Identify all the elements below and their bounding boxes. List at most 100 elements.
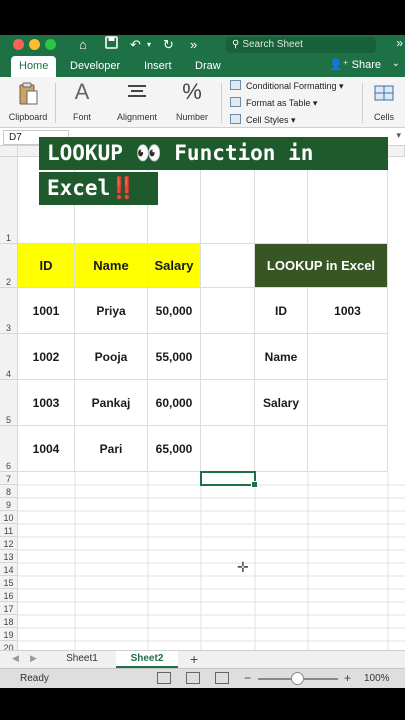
normal-view-icon[interactable] — [157, 672, 171, 684]
ribbon: Clipboard A Font Alignment % Number Cond… — [0, 77, 405, 128]
cell-e6[interactable] — [255, 426, 308, 472]
row-header[interactable]: 17 — [0, 602, 18, 615]
ribbon-divider — [362, 83, 363, 123]
cell-e1[interactable] — [255, 157, 308, 244]
cell-d1[interactable] — [201, 157, 255, 244]
lookup-name-value[interactable] — [308, 334, 388, 380]
table-cell-salary[interactable]: 60,000 — [148, 380, 201, 426]
tab-developer[interactable]: Developer — [70, 57, 120, 79]
lookup-label-name[interactable]: Name — [255, 334, 308, 380]
close-window-button[interactable] — [13, 39, 24, 50]
cell-d2[interactable] — [201, 244, 255, 288]
row-header[interactable]: 2 — [0, 244, 18, 288]
row-header[interactable]: 4 — [0, 334, 18, 380]
row-header[interactable]: 11 — [0, 524, 18, 537]
row-header[interactable]: 15 — [0, 576, 18, 589]
cell-d6[interactable] — [201, 426, 255, 472]
zoom-window-button[interactable] — [45, 39, 56, 50]
row-header[interactable]: 8 — [0, 485, 18, 498]
ribbon-collapse-icon[interactable]: ⌄ — [392, 58, 400, 69]
row-header[interactable]: 14 — [0, 563, 18, 576]
table-cell-name[interactable]: Pooja — [75, 334, 148, 380]
tab-home[interactable]: Home — [11, 56, 57, 77]
formula-expand-icon[interactable]: ▾ — [396, 130, 401, 141]
select-all-corner[interactable] — [0, 146, 18, 157]
table-cell-name[interactable]: Pari — [75, 426, 148, 472]
add-sheet-icon[interactable]: + — [190, 651, 198, 667]
sheet-tab-sheet2[interactable]: Sheet2 — [116, 651, 178, 668]
lookup-salary-value[interactable] — [308, 380, 388, 426]
more-icon[interactable]: » — [190, 36, 197, 54]
cell-d3[interactable] — [201, 288, 255, 334]
lookup-label-id[interactable]: ID — [255, 288, 308, 334]
row-header[interactable]: 10 — [0, 511, 18, 524]
table-header-salary[interactable]: Salary — [148, 244, 201, 288]
table-cell-name[interactable]: Pankaj — [75, 380, 148, 426]
row-header[interactable]: 6 — [0, 426, 18, 472]
table-cell-id[interactable]: 1001 — [18, 288, 75, 334]
table-header-name[interactable]: Name — [75, 244, 148, 288]
table-cell-id[interactable]: 1004 — [18, 426, 75, 472]
table-cell-salary[interactable]: 55,000 — [148, 334, 201, 380]
prev-sheet-icon[interactable]: ◀ — [12, 653, 19, 664]
row-header[interactable]: 3 — [0, 288, 18, 334]
zoom-in-button[interactable]: + — [344, 671, 351, 685]
row-header[interactable]: 13 — [0, 550, 18, 563]
conditional-formatting-button[interactable]: Conditional Formatting ▾ — [230, 79, 344, 93]
column-header-g[interactable] — [388, 146, 405, 157]
tab-draw[interactable]: Draw — [195, 57, 221, 79]
table-cell-id[interactable]: 1003 — [18, 380, 75, 426]
table-cell-salary[interactable]: 50,000 — [148, 288, 201, 334]
share-button[interactable]: 👤⁺ Share — [329, 58, 381, 71]
format-as-table-button[interactable]: Format as Table ▾ — [230, 96, 317, 110]
tab-insert[interactable]: Insert — [144, 57, 172, 79]
cell-f6[interactable] — [308, 426, 388, 472]
row-header[interactable]: 12 — [0, 537, 18, 550]
lookup-panel-title[interactable]: LOOKUP in Excel — [255, 244, 388, 288]
minimize-window-button[interactable] — [29, 39, 40, 50]
table-cell-id[interactable]: 1002 — [18, 334, 75, 380]
cells-group[interactable]: Cells — [366, 77, 402, 128]
row-header[interactable]: 19 — [0, 628, 18, 641]
row-header[interactable]: 5 — [0, 380, 18, 426]
page-break-view-icon[interactable] — [215, 672, 229, 684]
spreadsheet-grid[interactable]: 1 2 3 4 5 6 7 8 9 10 11 12 13 14 15 16 1… — [0, 146, 405, 680]
row-header[interactable]: 9 — [0, 498, 18, 511]
lookup-label-salary[interactable]: Salary — [255, 380, 308, 426]
number-group[interactable]: % Number — [170, 77, 214, 128]
lookup-id-value[interactable]: 1003 — [308, 288, 388, 334]
row-header[interactable]: 16 — [0, 589, 18, 602]
undo-icon[interactable]: ↶ — [130, 36, 141, 54]
save-icon[interactable] — [105, 36, 118, 54]
page-layout-view-icon[interactable] — [186, 672, 200, 684]
clipboard-group[interactable]: Clipboard — [4, 77, 52, 128]
redo-icon[interactable]: ↻ — [163, 36, 174, 54]
cell-styles-button[interactable]: Cell Styles ▾ — [230, 113, 296, 127]
excel-window: ⌂ ↶ ▾ ↻ » ⚲ Search Sheet » Home Developer… — [0, 35, 405, 688]
zoom-slider-handle[interactable] — [291, 672, 304, 685]
font-icon: A — [74, 79, 90, 104]
row-header[interactable]: 7 — [0, 472, 18, 485]
zoom-level[interactable]: 100% — [364, 673, 390, 684]
grid-lines — [18, 472, 405, 680]
cell-d5[interactable] — [201, 380, 255, 426]
table-cell-salary[interactable]: 65,000 — [148, 426, 201, 472]
undo-dropdown-icon[interactable]: ▾ — [147, 36, 151, 54]
row-header[interactable]: 18 — [0, 615, 18, 628]
cell-d4[interactable] — [201, 334, 255, 380]
table-cell-name[interactable]: Priya — [75, 288, 148, 334]
overlay-title-line1: LOOKUP 👀 Function in — [39, 137, 388, 170]
zoom-out-button[interactable]: − — [244, 671, 251, 685]
format-table-icon — [230, 97, 241, 107]
overflow-icon[interactable]: » — [396, 36, 403, 50]
cell-f1[interactable] — [308, 157, 388, 244]
sheet-tab-sheet1[interactable]: Sheet1 — [52, 651, 112, 668]
home-icon[interactable]: ⌂ — [79, 36, 87, 54]
search-sheet-input[interactable]: ⚲ Search Sheet — [226, 37, 376, 53]
selected-cell-d7[interactable] — [200, 471, 258, 488]
table-header-id[interactable]: ID — [18, 244, 75, 288]
next-sheet-icon[interactable]: ▶ — [30, 653, 37, 664]
font-group[interactable]: A Font — [60, 77, 104, 128]
row-header[interactable]: 1 — [0, 157, 18, 244]
alignment-group[interactable]: Alignment — [112, 77, 162, 128]
